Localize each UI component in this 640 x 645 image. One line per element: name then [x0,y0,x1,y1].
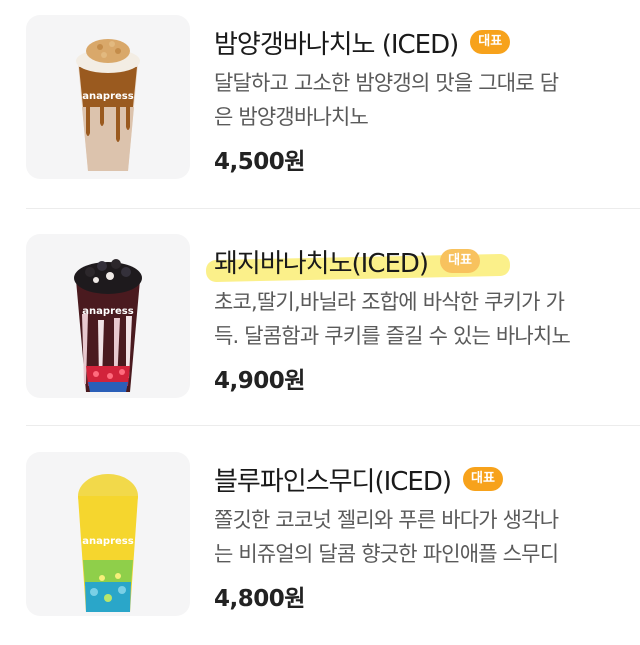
menu-item-chestnut-bananacino[interactable]: anapress 밤양갱바나치노 (ICED) 대표 달달하고 고소한 밤양갱의… [0,0,640,208]
menu-item-title[interactable]: 돼지바나치노(ICED) [214,243,429,280]
menu-item-title[interactable]: 밤양갱바나치노 (ICED) [214,24,459,61]
title-row: 블루파인스무디(ICED) 대표 [214,459,630,499]
menu-item-pig-bananacino[interactable]: anapress 돼지바나치노(ICED) 대표 초코,딸기,바닐라 조합에 바… [0,219,640,427]
description-line: 득. 달콤함과 쿠키를 즐길 수 있는 바나치노 [214,324,571,348]
drink-illustration: anapress [76,39,140,171]
menu-item-title[interactable]: 블루파인스무디(ICED) [214,461,452,498]
description-line: 은 밤양갱바나치노 [214,105,369,129]
divider [26,425,640,426]
title-row: 돼지바나치노(ICED) 대표 [205,241,630,283]
cup-brand-text: anapress [82,536,133,547]
signature-badge: 대표 [440,249,480,273]
drink-illustration: anapress [74,259,142,392]
blue-pine-smoothie-image: anapress [26,452,190,616]
menu-item-info: 블루파인스무디(ICED) 대표 쫄깃한 코코넛 젤리와 푸른 바다가 생각나 … [214,459,630,613]
description-line: 는 비쥬얼의 달콤 향긋한 파인애플 스무디 [214,542,559,566]
signature-badge: 대표 [463,467,503,491]
pig-bananacino-drink-image: anapress [26,234,190,398]
drink-illustration: anapress [78,474,138,612]
menu-item-description: 달달하고 고소한 밤양갱의 맛을 그대로 담 은 밤양갱바나치노 [214,66,614,134]
divider [26,208,640,209]
description-line: 쫄깃한 코코넛 젤리와 푸른 바다가 생각나 [214,508,559,532]
menu-list: anapress 밤양갱바나치노 (ICED) 대표 달달하고 고소한 밤양갱의… [0,0,640,626]
menu-item-price: 4,900원 [214,368,305,394]
cup-brand-text: anapress [82,91,133,102]
menu-item-info: 밤양갱바나치노 (ICED) 대표 달달하고 고소한 밤양갱의 맛을 그대로 담… [214,22,630,176]
chestnut-bananacino-drink-image: anapress [26,15,190,179]
description-line: 초코,딸기,바닐라 조합에 바삭한 쿠키가 가 [214,290,565,314]
title-row: 밤양갱바나치노 (ICED) 대표 [214,22,630,62]
menu-item-description: 쫄깃한 코코넛 젤리와 푸른 바다가 생각나 는 비쥬얼의 달콤 향긋한 파인애… [214,503,614,571]
menu-item-price: 4,800원 [214,586,305,612]
menu-item-info: 돼지바나치노(ICED) 대표 초코,딸기,바닐라 조합에 바삭한 쿠키가 가 … [205,241,630,395]
signature-badge: 대표 [470,30,511,54]
menu-item-price: 4,500원 [214,149,305,175]
menu-item-description: 초코,딸기,바닐라 조합에 바삭한 쿠키가 가 득. 달콤함과 쿠키를 즐길 수… [214,285,614,353]
description-line: 달달하고 고소한 밤양갱의 맛을 그대로 담 [214,71,559,95]
menu-item-blue-pine-smoothie[interactable]: anapress 블루파인스무디(ICED) 대표 쫄깃한 코코넛 젤리와 푸른… [0,437,640,645]
cup-brand-text: anapress [82,306,133,317]
